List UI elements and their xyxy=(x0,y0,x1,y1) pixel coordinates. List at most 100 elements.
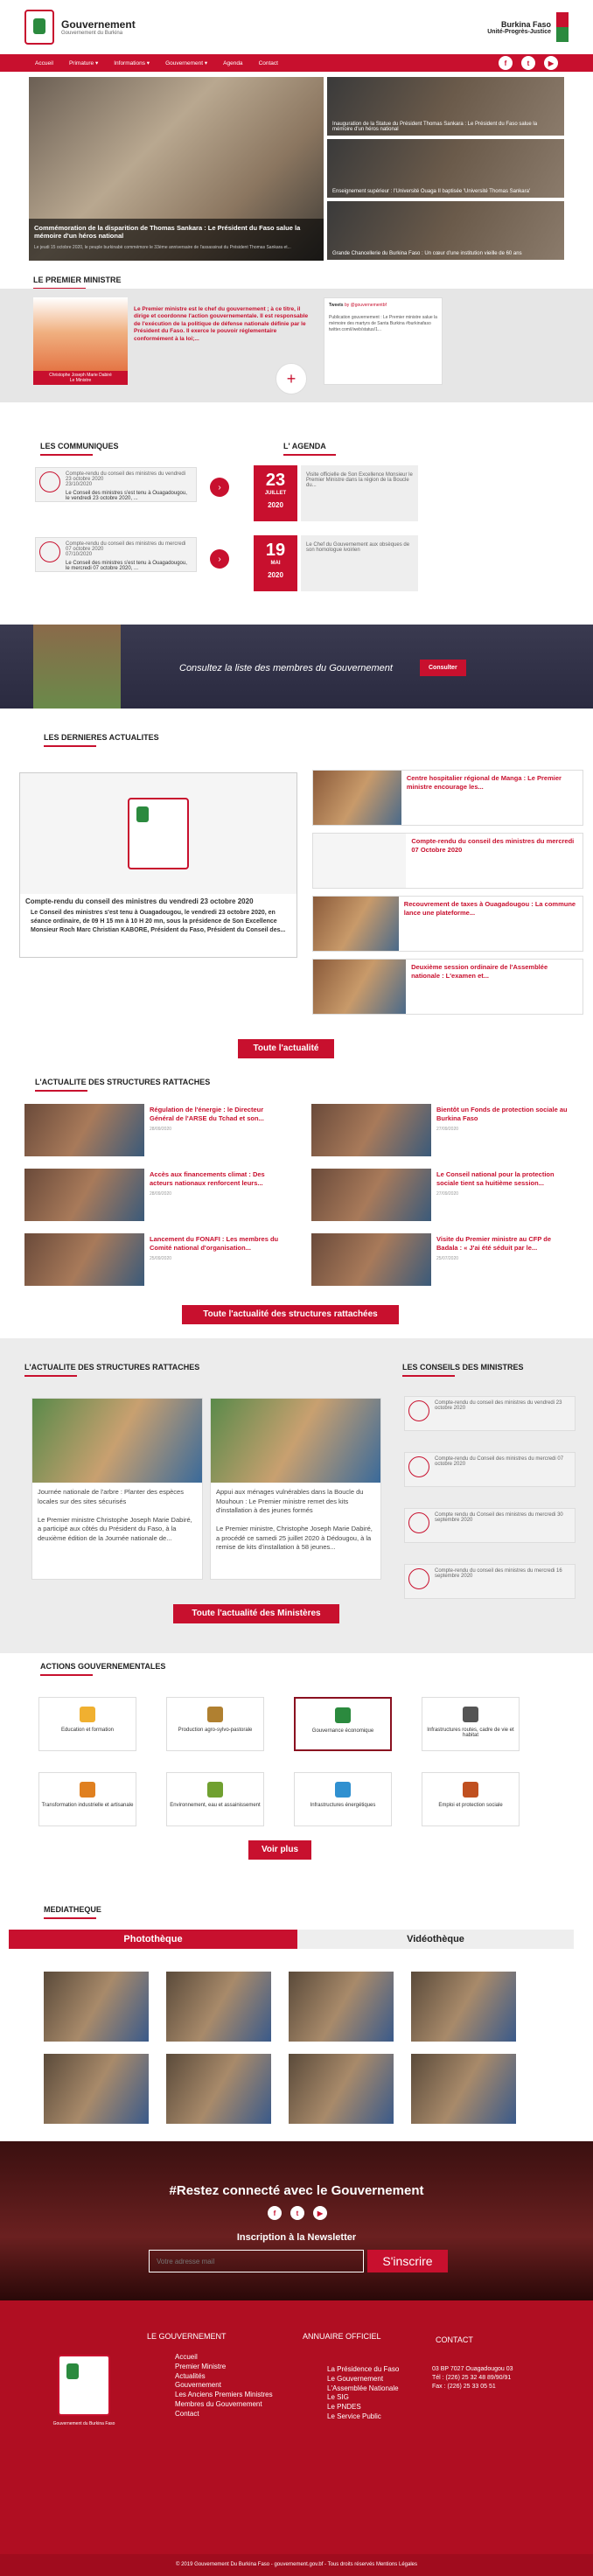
nav-item-agenda[interactable]: Agenda xyxy=(223,60,242,66)
road-icon xyxy=(463,1707,478,1722)
chevron-right-icon[interactable]: › xyxy=(210,478,229,497)
hero-meta: Le jeudi 15 octobre 2020, le peuple burk… xyxy=(34,245,291,250)
communique-date: 07/10/2020 xyxy=(66,552,93,557)
news-thumb xyxy=(313,897,399,951)
communique-item[interactable]: Compte-rendu du conseil des ministres du… xyxy=(35,537,197,572)
action-gouvernance[interactable]: Gouvernance économique xyxy=(294,1697,392,1751)
pm-more-button[interactable]: + xyxy=(276,363,307,394)
conseil-item[interactable]: Compte-rendu du Conseil des ministres du… xyxy=(404,1452,576,1487)
hero-side-article[interactable]: Grande Chancellerie du Burkina Faso : Un… xyxy=(327,201,564,260)
hero-side-article[interactable]: Inauguration de la Statue du Président T… xyxy=(327,77,564,136)
gallery-photo[interactable] xyxy=(166,2054,271,2124)
twitter-icon[interactable]: t xyxy=(521,56,535,70)
gallery-photo[interactable] xyxy=(44,1972,149,2042)
footer-link[interactable]: Le Gouvernement xyxy=(327,2375,399,2384)
action-energie[interactable]: Infrastructures énergétiques xyxy=(294,1772,392,1826)
footer-link[interactable]: Les Anciens Premiers Ministres xyxy=(175,2391,273,2400)
news-thumb xyxy=(313,771,401,825)
email-input[interactable] xyxy=(149,2250,364,2272)
tab-videotheque[interactable]: Vidéothèque xyxy=(297,1930,574,1949)
action-industrie[interactable]: Transformation industrielle et artisanal… xyxy=(38,1772,136,1826)
facebook-icon[interactable]: f xyxy=(499,56,513,70)
twitter-icon[interactable]: t xyxy=(290,2206,304,2220)
agenda-item[interactable]: Visite officielle de Son Excellence Mons… xyxy=(301,465,418,521)
action-infrastructures[interactable]: Infrastructures routes, cadre de vie et … xyxy=(422,1697,520,1751)
structure-news-item[interactable]: Visite du Premier ministre au CFP de Bad… xyxy=(311,1233,574,1289)
subscribe-button[interactable]: S'inscrire xyxy=(367,2250,448,2272)
consult-button[interactable]: Consulter xyxy=(420,660,466,676)
news-item[interactable]: Recouvrement de taxes à Ouagadougou : La… xyxy=(312,896,583,952)
ministry-news-card[interactable]: Appui aux ménages vulnérables dans la Bo… xyxy=(210,1398,381,1580)
structure-news-item[interactable]: Lancement du FONAFI : Les membres du Com… xyxy=(24,1233,287,1289)
youtube-icon[interactable]: ▶ xyxy=(313,2206,327,2220)
news-item-title: Deuxième session ordinaire de l'Assemblé… xyxy=(411,963,548,980)
gallery-photo[interactable] xyxy=(289,2054,394,2124)
conseil-item[interactable]: Compte rendu du Conseil des ministres du… xyxy=(404,1508,576,1543)
footer-link[interactable]: Accueil xyxy=(175,2353,273,2363)
hero-slider: Commémoration de la disparition de Thoma… xyxy=(29,77,564,261)
action-agro[interactable]: Production agro-sylvo-pastorale xyxy=(166,1697,264,1751)
communique-text: Le Conseil des ministres s'est tenu à Ou… xyxy=(66,561,187,571)
footer-link[interactable]: La Présidence du Faso xyxy=(327,2365,399,2375)
hero-side-article[interactable]: Enseignement supérieur : l'Université Ou… xyxy=(327,139,564,198)
action-environnement[interactable]: Environnement, eau et assainissement xyxy=(166,1772,264,1826)
conseil-item[interactable]: Compte-rendu du conseil des ministres du… xyxy=(404,1396,576,1431)
hero-main-article[interactable]: Commémoration de la disparition de Thoma… xyxy=(29,77,324,261)
news-item[interactable]: Compte-rendu du conseil des ministres du… xyxy=(312,833,583,889)
coat-of-arms-icon xyxy=(128,798,189,869)
news-item[interactable]: Centre hospitalier régional de Manga : L… xyxy=(312,770,583,826)
news-item[interactable]: Deuxième session ordinaire de l'Assemblé… xyxy=(312,959,583,1015)
communique-title: Compte-rendu du conseil des ministres du… xyxy=(66,471,186,482)
all-ministeres-button[interactable]: Toute l'actualité des Ministères xyxy=(173,1604,339,1623)
structure-news-item[interactable]: Le Conseil national pour la protection s… xyxy=(311,1169,574,1225)
twitter-widget[interactable]: Tweets by @gouvernementbf Publication go… xyxy=(324,297,443,385)
footer-link[interactable]: Premier Ministre xyxy=(175,2363,273,2372)
gallery-photo[interactable] xyxy=(44,2054,149,2124)
members-banner: Consultez la liste des membres du Gouver… xyxy=(0,625,593,709)
megaphone-icon xyxy=(408,1400,429,1421)
chevron-right-icon[interactable]: › xyxy=(210,549,229,569)
tweets-by[interactable]: by @gouvernementbf xyxy=(345,303,387,308)
megaphone-icon xyxy=(408,1512,429,1533)
featured-news[interactable]: Compte-rendu du conseil des ministres du… xyxy=(19,772,297,958)
gallery-photo[interactable] xyxy=(411,1972,516,2042)
conseil-item[interactable]: Compte-rendu du conseil des ministres du… xyxy=(404,1564,576,1599)
footer-link[interactable]: Actualités xyxy=(175,2372,273,2382)
nav-item-accueil[interactable]: Accueil xyxy=(35,60,53,66)
section-title-structures: L'ACTUALITE DES STRUCTURES RATTACHES xyxy=(35,1078,210,1092)
footer-link[interactable]: Gouvernement xyxy=(175,2381,273,2391)
action-education[interactable]: Education et formation xyxy=(38,1697,136,1751)
footer-link[interactable]: Le PNDES xyxy=(327,2403,399,2412)
nav-item-informations[interactable]: Informations ▾ xyxy=(114,59,150,66)
structure-news-item[interactable]: Régulation de l'énergie : le Directeur G… xyxy=(24,1104,287,1160)
structure-news-item[interactable]: Accès aux financements climat : Des acte… xyxy=(24,1169,287,1225)
communique-text: Le Conseil des ministres s'est tenu à Ou… xyxy=(66,491,187,501)
see-more-button[interactable]: Voir plus xyxy=(248,1840,311,1860)
nav-item-gouvernement[interactable]: Gouvernement ▾ xyxy=(165,59,207,66)
footer-link[interactable]: L'Assemblée Nationale xyxy=(327,2384,399,2394)
country-name: Burkina Faso xyxy=(500,19,551,29)
youtube-icon[interactable]: ▶ xyxy=(544,56,558,70)
megaphone-icon xyxy=(39,471,60,492)
footer-link[interactable]: Membres du Gouvernement xyxy=(175,2400,273,2410)
section-title-communiques: LES COMMUNIQUES xyxy=(40,442,119,456)
gallery-photo[interactable] xyxy=(166,1972,271,2042)
gallery-photo[interactable] xyxy=(411,2054,516,2124)
nav-item-contact[interactable]: Contact xyxy=(259,60,278,66)
all-news-button[interactable]: Toute l'actualité xyxy=(238,1039,334,1058)
agenda-item[interactable]: Le Chef du Gouvernement aux obsèques de … xyxy=(301,535,418,591)
facebook-icon[interactable]: f xyxy=(268,2206,282,2220)
nav-item-primature[interactable]: Primature ▾ xyxy=(69,59,98,66)
structure-news-item[interactable]: Bientôt un Fonds de protection sociale a… xyxy=(311,1104,574,1160)
site-logo[interactable]: Gouvernement Gouvernement du Burkina xyxy=(24,10,136,45)
news-thumb xyxy=(311,1169,431,1221)
all-structures-button[interactable]: Toute l'actualité des structures rattach… xyxy=(182,1305,399,1324)
footer-link[interactable]: Le SIG xyxy=(327,2393,399,2403)
gallery-photo[interactable] xyxy=(289,1972,394,2042)
footer-link[interactable]: Contact xyxy=(175,2410,273,2419)
ministry-news-card[interactable]: Journée nationale de l'arbre : Planter d… xyxy=(31,1398,203,1580)
action-emploi[interactable]: Emploi et protection sociale xyxy=(422,1772,520,1826)
footer-link[interactable]: Le Service Public xyxy=(327,2412,399,2422)
communique-item[interactable]: Compte-rendu du conseil des ministres du… xyxy=(35,467,197,502)
tab-phototheque[interactable]: Photothèque xyxy=(9,1930,297,1949)
